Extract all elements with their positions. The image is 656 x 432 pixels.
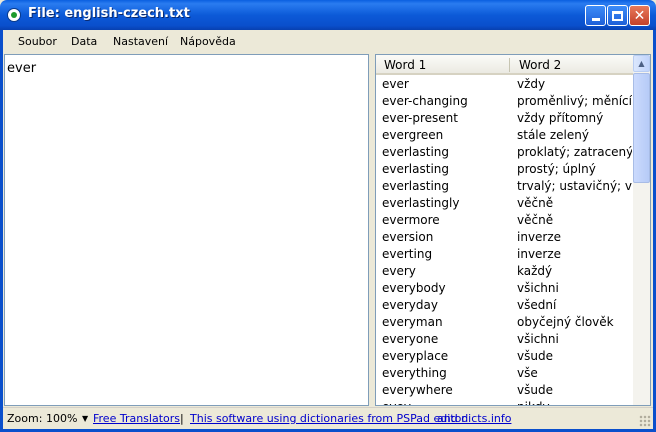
- column-header-word1[interactable]: Word 1: [384, 58, 426, 72]
- link-dicts-info[interactable]: and dicts.info: [437, 412, 511, 425]
- scroll-up-button[interactable]: ▲: [633, 55, 650, 72]
- list-item[interactable]: everlasting proklatý; zatracený: [376, 144, 633, 161]
- list-item[interactable]: everlastingly věčně: [376, 195, 633, 212]
- word1-cell: everlastingly: [382, 196, 460, 210]
- list-item[interactable]: everyone všichni: [376, 331, 633, 348]
- menu-bar: Soubor Data Nastavení Nápověda: [3, 30, 653, 52]
- word1-cell: evergreen: [382, 128, 444, 142]
- list-item[interactable]: evergreen stále zelený: [376, 127, 633, 144]
- resize-grip-icon[interactable]: [639, 415, 651, 427]
- list-item[interactable]: everything vše: [376, 365, 633, 382]
- maximize-icon: [612, 10, 623, 21]
- word2-cell: všude: [517, 383, 553, 397]
- word2-cell: stále zelený: [517, 128, 589, 142]
- word2-cell: všichni: [517, 332, 559, 346]
- maximize-button[interactable]: [607, 5, 628, 26]
- zoom-label: Zoom:: [7, 412, 43, 425]
- word1-cell: everything: [382, 366, 447, 380]
- list-item[interactable]: eversion inverze: [376, 229, 633, 246]
- word1-cell: every: [382, 264, 416, 278]
- chevron-up-icon: ▲: [638, 59, 645, 68]
- word1-cell: everyone: [382, 332, 439, 346]
- list-item[interactable]: ever-present vždy přítomný: [376, 110, 633, 127]
- close-icon: ✕: [633, 7, 646, 24]
- word2-cell: vždy přítomný: [517, 111, 604, 125]
- menu-nastaveni[interactable]: Nastavení: [113, 35, 168, 48]
- list-item[interactable]: everlasting trvalý; ustavičný; vě: [376, 178, 633, 195]
- word2-cell: prostý; úplný: [517, 162, 596, 176]
- window-title: File: english-czech.txt: [28, 6, 190, 21]
- word2-cell: věčně: [517, 196, 554, 210]
- minimize-button[interactable]: [585, 5, 606, 26]
- word1-cell: everting: [382, 247, 433, 261]
- word1-cell: ever-changing: [382, 94, 468, 108]
- word2-cell: vše: [517, 366, 538, 380]
- list-header: Word 1 Word 2: [376, 55, 633, 75]
- list-item[interactable]: everybody všichni: [376, 280, 633, 297]
- app-icon[interactable]: [7, 8, 21, 22]
- list-item[interactable]: ever-changing proměnlivý; měnící ...: [376, 93, 633, 110]
- word2-cell: všude: [517, 349, 553, 363]
- word2-cell: nikdy: [517, 400, 632, 405]
- word1-cell: eversion: [382, 230, 434, 244]
- scrollbar-thumb[interactable]: [633, 73, 650, 183]
- word2-cell: všední: [517, 298, 557, 312]
- link-pspad-dictionaries[interactable]: This software using dictionaries from PS…: [190, 412, 466, 425]
- link-free-translators[interactable]: Free Translators: [93, 412, 180, 425]
- list-item[interactable]: everlasting prostý; úplný: [376, 161, 633, 178]
- vertical-scrollbar[interactable]: ▲: [633, 55, 650, 405]
- word1-cell: everlasting: [382, 162, 450, 176]
- minimize-icon: [591, 18, 600, 21]
- chevron-down-icon[interactable]: ▼: [82, 414, 88, 423]
- word1-cell: everybody: [382, 281, 446, 295]
- word2-cell: vždy: [517, 77, 546, 91]
- word2-cell: věčně: [517, 213, 554, 227]
- word1-cell: ever-present: [382, 111, 458, 125]
- results-list[interactable]: Word 1 Word 2 ever vždy ever-changing promě…: [375, 54, 651, 406]
- list-item[interactable]: everyday všední: [376, 297, 633, 314]
- search-input[interactable]: [7, 58, 362, 78]
- menu-napoveda[interactable]: Nápověda: [180, 35, 236, 48]
- menu-data[interactable]: Data: [71, 35, 97, 48]
- close-button[interactable]: ✕: [629, 5, 650, 26]
- word2-cell: inverze: [517, 230, 562, 244]
- list-item[interactable]: everywhere všude: [376, 382, 633, 399]
- word2-cell: trvalý; ustavičný; vě: [517, 179, 632, 193]
- list-item[interactable]: ever vždy: [376, 76, 633, 93]
- word2-cell: každý: [517, 264, 553, 278]
- list-item[interactable]: every každý: [376, 263, 633, 280]
- word1-cell: evey: [382, 400, 510, 405]
- column-divider[interactable]: [509, 58, 510, 72]
- list-item[interactable]: evermore věčně: [376, 212, 633, 229]
- word1-cell: evermore: [382, 213, 440, 227]
- word1-cell: everlasting: [382, 179, 450, 193]
- menu-soubor[interactable]: Soubor: [18, 35, 57, 48]
- status-separator: |: [180, 412, 184, 425]
- word1-cell: everywhere: [382, 383, 453, 397]
- word2-cell: proměnlivý; měnící ...: [517, 94, 632, 108]
- word2-cell: inverze: [517, 247, 562, 261]
- status-bar: Zoom: 100% ▼ Free Translators | This sof…: [3, 407, 653, 429]
- word1-cell: ever: [382, 77, 409, 91]
- search-area[interactable]: [4, 54, 369, 406]
- word2-cell: proklatý; zatracený: [517, 145, 632, 159]
- title-bar[interactable]: File: english-czech.txt ✕: [0, 0, 656, 30]
- word1-cell: everyman: [382, 315, 443, 329]
- list-rows: ever vždy ever-changing proměnlivý; měnící …: [376, 76, 633, 405]
- word1-cell: everyplace: [382, 349, 449, 363]
- list-item[interactable]: evey nikdy: [376, 399, 633, 405]
- list-item[interactable]: everyplace všude: [376, 348, 633, 365]
- word1-cell: everlasting: [382, 145, 450, 159]
- column-header-word2[interactable]: Word 2: [519, 58, 561, 72]
- list-item[interactable]: everyman obyčejný člověk: [376, 314, 633, 331]
- word1-cell: everyday: [382, 298, 438, 312]
- list-item[interactable]: everting inverze: [376, 246, 633, 263]
- word2-cell: všichni: [517, 281, 559, 295]
- word2-cell: obyčejný člověk: [517, 315, 614, 329]
- zoom-value[interactable]: 100%: [46, 412, 77, 425]
